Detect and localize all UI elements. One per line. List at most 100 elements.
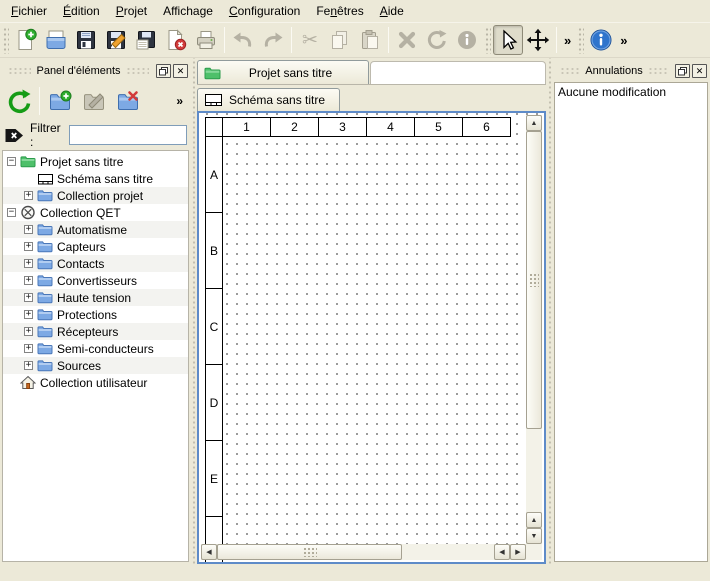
tree-item[interactable]: + Convertisseurs — [3, 272, 188, 289]
rotate-button[interactable] — [422, 25, 452, 55]
edit-category-button[interactable] — [77, 85, 111, 117]
float-panel-button[interactable] — [156, 64, 171, 78]
close-document-button[interactable] — [161, 25, 191, 55]
scroll-down-button[interactable]: ▼ — [526, 528, 542, 544]
tree-expander-icon[interactable]: + — [24, 310, 33, 319]
undo-button[interactable] — [228, 25, 258, 55]
cut-icon: ✂ — [302, 31, 318, 50]
menu-item-2[interactable]: Projet — [108, 1, 155, 22]
save-as-button[interactable] — [101, 25, 131, 55]
horizontal-scrollbar[interactable]: ◀ ◀ ▶ — [201, 544, 526, 560]
tree-item[interactable]: + Automatisme — [3, 221, 188, 238]
folder-icon — [37, 291, 53, 304]
tree-expander-icon[interactable]: + — [24, 276, 33, 285]
schema-tabbar: Schéma sans titre — [197, 87, 546, 111]
paste-icon — [358, 28, 382, 52]
save-all-icon — [134, 28, 158, 52]
horizontal-scroll-thumb[interactable] — [217, 544, 402, 560]
tree-expander-icon[interactable]: + — [24, 327, 33, 336]
qet-collection-icon — [20, 205, 36, 220]
scroll-right-button[interactable]: ▶ — [510, 544, 526, 560]
tree-item[interactable]: Schéma sans titre — [3, 170, 188, 187]
scroll-up-button[interactable]: ▲ — [526, 115, 542, 131]
frame-row-label: D — [205, 364, 223, 441]
tree-expander-icon[interactable]: − — [7, 208, 16, 217]
move-icon — [526, 28, 550, 52]
schema-tab-icon — [204, 92, 223, 108]
tree-item[interactable]: + Sources — [3, 357, 188, 374]
tree-expander-icon[interactable]: + — [24, 259, 33, 268]
toolbar-overflow-button[interactable]: » — [560, 33, 575, 48]
tree-expander-icon[interactable]: − — [7, 157, 16, 166]
paste-button[interactable] — [355, 25, 385, 55]
tab-project[interactable]: Projet sans titre — [197, 60, 369, 84]
menu-item-4[interactable]: Configuration — [221, 1, 308, 22]
menu-item-6[interactable]: Aide — [372, 1, 412, 22]
tree-item[interactable]: + Capteurs — [3, 238, 188, 255]
folder-icon — [37, 359, 53, 372]
copy-button[interactable] — [325, 25, 355, 55]
tree-item[interactable]: − Projet sans titre — [3, 153, 188, 170]
save-all-button[interactable] — [131, 25, 161, 55]
menu-item-1[interactable]: Édition — [55, 1, 108, 22]
tree-item[interactable]: + Contacts — [3, 255, 188, 272]
tree-item[interactable]: + Semi-conducteurs — [3, 340, 188, 357]
tree-item[interactable]: + Haute tension — [3, 289, 188, 306]
delete-button[interactable] — [392, 25, 422, 55]
toolbar-separator — [224, 27, 225, 53]
save-button[interactable] — [71, 25, 101, 55]
info-button[interactable] — [452, 25, 482, 55]
clear-filter-button[interactable] — [4, 127, 26, 144]
schema-canvas[interactable]: 123456 ABCDE ▲ ▲ ▼ ◀ ◀ ▶ — [197, 111, 546, 564]
folder-icon — [37, 240, 53, 253]
tree-expander-icon[interactable]: + — [24, 242, 33, 251]
toolbar-drag-handle[interactable] — [484, 26, 491, 54]
folder-icon — [37, 308, 53, 321]
open-button[interactable] — [41, 25, 71, 55]
vertical-scroll-track[interactable] — [526, 429, 542, 512]
toolbar-drag-handle[interactable] — [577, 26, 584, 54]
cut-button[interactable]: ✂ — [295, 25, 325, 55]
delete-category-button[interactable] — [111, 85, 145, 117]
menu-item-5[interactable]: Fenêtres — [308, 1, 371, 22]
tree-item[interactable]: Collection utilisateur — [3, 374, 188, 391]
tree-expander-icon[interactable]: + — [24, 344, 33, 353]
tree-expander-icon[interactable]: + — [24, 191, 33, 200]
tab-schema[interactable]: Schéma sans titre — [197, 88, 340, 111]
horizontal-scroll-track[interactable] — [402, 544, 494, 560]
vertical-scroll-thumb[interactable] — [526, 131, 542, 429]
filter-input[interactable] — [69, 125, 187, 145]
scroll-up-button[interactable]: ▲ — [526, 512, 542, 528]
tree-item[interactable]: + Récepteurs — [3, 323, 188, 340]
menu-item-0[interactable]: Fichier — [3, 1, 55, 22]
menu-item-3[interactable]: Affichage — [155, 1, 221, 22]
undo-list-item[interactable]: Aucune modification — [558, 85, 704, 101]
redo-icon — [261, 28, 285, 52]
select-tool-button[interactable] — [493, 25, 523, 55]
tree-expander-icon[interactable]: + — [24, 225, 33, 234]
panel-toolbar-overflow-button[interactable]: » — [170, 94, 189, 108]
tree-item-label: Protections — [54, 308, 117, 322]
tree-item[interactable]: − Collection QET — [3, 204, 188, 221]
tree-expander-icon[interactable]: + — [24, 293, 33, 302]
redo-button[interactable] — [258, 25, 288, 55]
print-button[interactable] — [191, 25, 221, 55]
reload-collections-button[interactable] — [2, 85, 36, 117]
tree-item-label: Collection utilisateur — [37, 376, 147, 390]
scroll-left-button[interactable]: ◀ — [201, 544, 217, 560]
vertical-scrollbar[interactable]: ▲ ▲ ▼ — [526, 115, 542, 544]
toolbar-overflow-button[interactable]: » — [616, 33, 631, 48]
float-panel-button[interactable] — [675, 64, 690, 78]
toolbar-drag-handle[interactable] — [2, 26, 9, 54]
tree-item[interactable]: + Collection projet — [3, 187, 188, 204]
main-area: Panel d'éléments ✕ — [0, 58, 710, 566]
new-document-button[interactable] — [11, 25, 41, 55]
new-category-button[interactable] — [43, 85, 77, 117]
close-panel-button[interactable]: ✕ — [173, 64, 188, 78]
close-panel-button[interactable]: ✕ — [692, 64, 707, 78]
scroll-left-button[interactable]: ◀ — [494, 544, 510, 560]
move-tool-button[interactable] — [523, 25, 553, 55]
about-button[interactable] — [586, 25, 616, 55]
tree-item[interactable]: + Protections — [3, 306, 188, 323]
tree-expander-icon[interactable]: + — [24, 361, 33, 370]
